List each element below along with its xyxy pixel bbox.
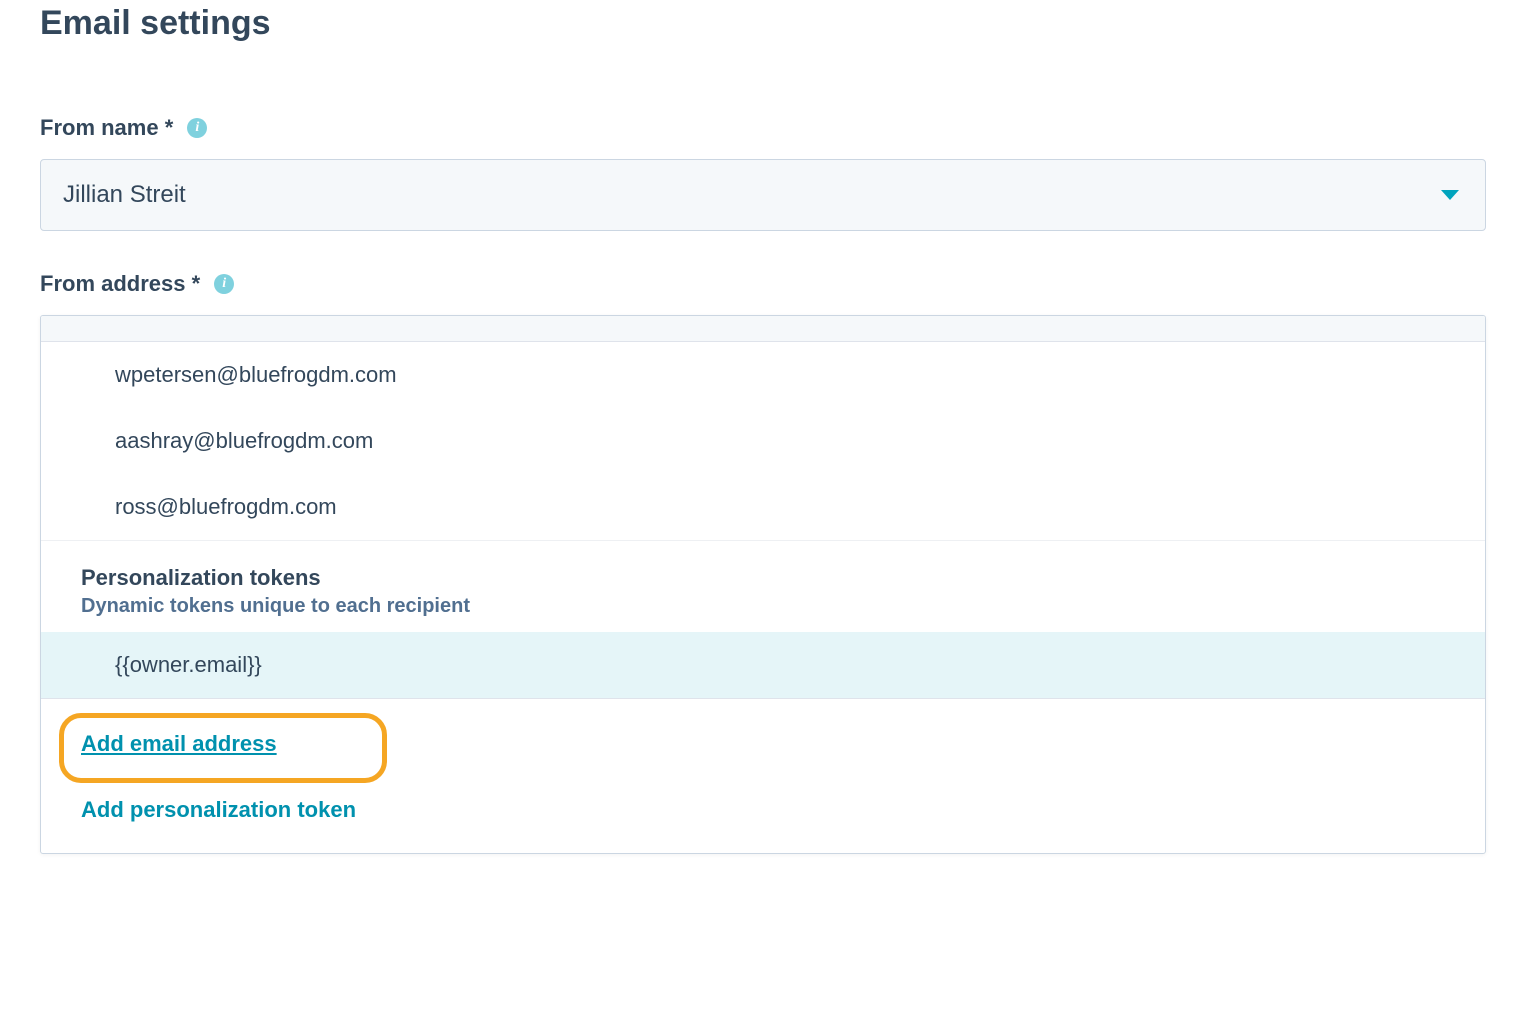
address-option[interactable]: ross@bluefrogdm.com (41, 474, 1485, 540)
info-icon[interactable]: i (214, 274, 234, 294)
tokens-group-title: Personalization tokens (81, 565, 1465, 591)
from-name-field: From name * i Jillian Streit (40, 115, 1486, 231)
info-icon[interactable]: i (187, 118, 207, 138)
from-address-dropdown: wpetersen@bluefrogdm.com aashray@bluefro… (40, 315, 1486, 854)
from-name-value: Jillian Streit (63, 181, 186, 209)
address-option[interactable]: aashray@bluefrogdm.com (41, 408, 1485, 474)
dropdown-actions: Add email address Add personalization to… (41, 698, 1485, 853)
section-title: Email settings (40, 4, 1486, 43)
from-address-label: From address * (40, 271, 200, 297)
from-name-label: From name * (40, 115, 173, 141)
from-name-select[interactable]: Jillian Streit (40, 159, 1486, 231)
tokens-group-subtitle: Dynamic tokens unique to each recipient (81, 595, 1465, 618)
dropdown-search-area[interactable] (41, 316, 1485, 342)
tokens-group-header: Personalization tokens Dynamic tokens un… (41, 540, 1485, 632)
address-option[interactable]: wpetersen@bluefrogdm.com (41, 342, 1485, 408)
caret-down-icon (1441, 190, 1459, 200)
add-personalization-token-link[interactable]: Add personalization token (81, 797, 356, 823)
from-address-field: From address * i wpetersen@bluefrogdm.co… (40, 271, 1486, 854)
add-email-address-link[interactable]: Add email address (81, 731, 277, 757)
token-option[interactable]: {{owner.email}} (41, 632, 1485, 698)
